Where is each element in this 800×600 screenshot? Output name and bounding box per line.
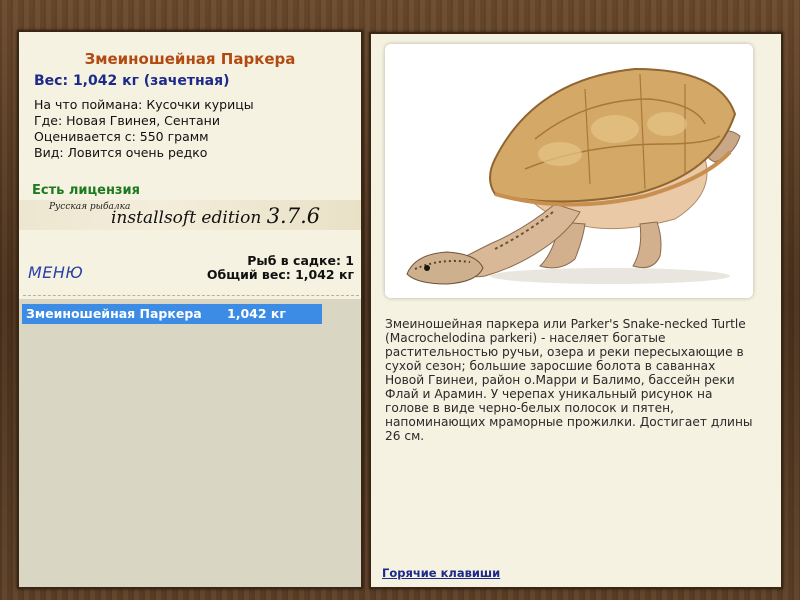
- fish-info-panel: Змеиношейная Паркера Вес: 1,042 кг (заче…: [17, 30, 363, 589]
- fish-detail-panel: Змеиношейная паркера или Parker's Snake-…: [369, 32, 783, 589]
- valuation-info: Оценивается с: 550 грамм: [34, 129, 209, 144]
- rarity-info: Вид: Ловится очень редко: [34, 145, 208, 160]
- edition-label: installsoft edition 3.7.6: [111, 204, 320, 228]
- version-number: 3.7.6: [266, 204, 321, 228]
- catch-list-item[interactable]: Змеиношейная Паркера 1,042 кг: [22, 304, 322, 324]
- fish-description: Змеиношейная паркера или Parker's Snake-…: [385, 317, 753, 443]
- divider: [23, 295, 359, 296]
- bait-info: На что поймана: Кусочки курицы: [34, 97, 254, 112]
- cage-count: Рыб в садке: 1: [247, 253, 354, 268]
- catch-item-weight: 1,042 кг: [227, 306, 286, 321]
- edition-banner: Русская рыбалка installsoft edition 3.7.…: [19, 200, 361, 230]
- catch-list[interactable]: Змеиношейная Паркера 1,042 кг: [19, 299, 361, 587]
- cage-total-weight: Общий вес: 1,042 кг: [206, 267, 354, 282]
- hotkeys-link[interactable]: Горячие клавиши: [382, 566, 500, 580]
- location-info: Где: Новая Гвинея, Сентани: [34, 113, 220, 128]
- turtle-image: [385, 44, 753, 298]
- license-status: Есть лицензия: [32, 183, 140, 198]
- fish-title: Змеиношейная Паркера: [84, 50, 296, 68]
- edition-name: installsoft edition: [111, 208, 262, 228]
- fish-weight: Вес: 1,042 кг (зачетная): [34, 73, 230, 89]
- catch-item-name: Змеиношейная Паркера: [26, 306, 202, 321]
- fish-photo: [385, 44, 753, 298]
- menu-button[interactable]: МЕНЮ: [28, 263, 83, 282]
- app-background: { "fish": { "title": "Змеиношейная Парке…: [0, 0, 800, 600]
